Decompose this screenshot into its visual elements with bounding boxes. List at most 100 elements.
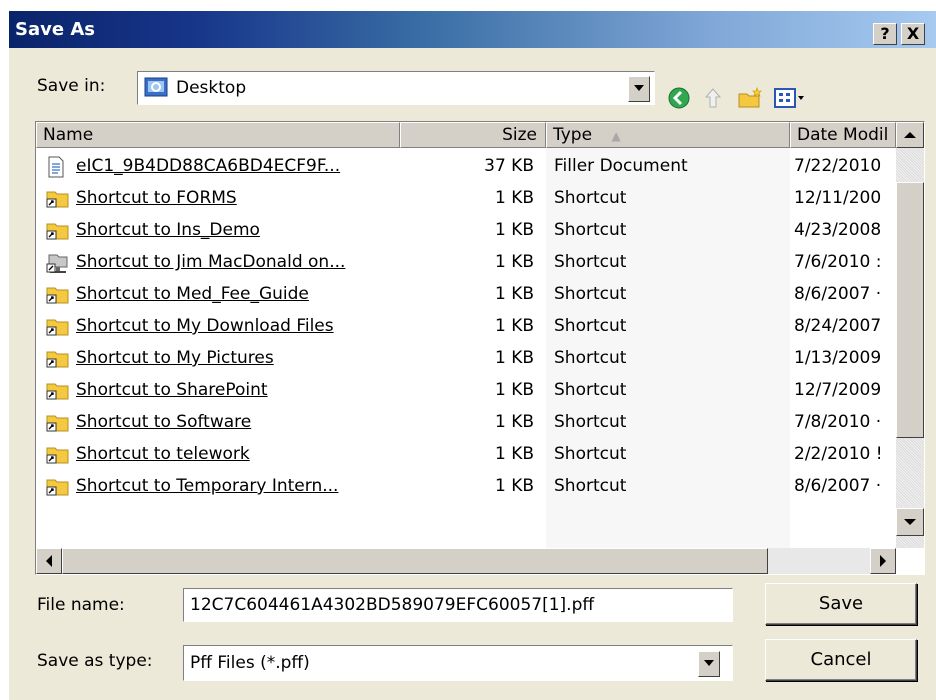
help-button[interactable]: ? — [873, 23, 897, 45]
file-size: 1 KB — [494, 316, 534, 336]
folder-shortcut-icon — [46, 380, 69, 400]
document-icon — [46, 156, 68, 178]
file-date: 8/24/2007 — [794, 316, 882, 336]
file-size: 1 KB — [494, 188, 534, 208]
file-name[interactable]: Shortcut to SharePoint — [76, 380, 268, 400]
sort-ascending-icon: ▲ — [611, 129, 621, 143]
scroll-thumb[interactable] — [896, 182, 924, 438]
back-icon[interactable] — [667, 86, 691, 114]
folder-shortcut-icon — [46, 284, 69, 304]
save-as-type-label: Save as type: — [37, 651, 153, 671]
file-type: Filler Document — [554, 156, 688, 176]
file-row[interactable]: Shortcut to telework 1 KB Shortcut 2/2/2010… — [36, 438, 890, 470]
title-bar[interactable]: Save As ? X — [9, 11, 936, 48]
scroll-right-button[interactable] — [870, 548, 896, 574]
window-title: Save As — [15, 19, 95, 40]
file-row[interactable]: Shortcut to My Pictures 1 KB Shortcut 1/13/… — [36, 342, 890, 374]
file-name[interactable]: Shortcut to FORMS — [76, 188, 237, 208]
folder-shortcut-icon — [46, 348, 69, 368]
file-name[interactable]: Shortcut to Temporary Intern... — [76, 476, 338, 496]
folder-shortcut-icon — [46, 220, 69, 240]
folder-shortcut-icon — [46, 444, 69, 464]
file-date: 7/22/2010 — [794, 156, 882, 176]
up-folder-icon[interactable] — [701, 86, 725, 114]
file-name-value: 12C7C604461A4302BD589079EFC60057[1].pff — [190, 595, 595, 615]
cancel-button[interactable]: Cancel — [765, 639, 917, 681]
file-row[interactable]: Shortcut to Med_Fee_Guide 1 KB Shortcut 8/6… — [36, 278, 890, 310]
file-size: 1 KB — [494, 444, 534, 464]
save-as-type-dropdown-button[interactable] — [698, 651, 720, 677]
file-row[interactable]: Shortcut to My Download Files 1 KB Shortcu… — [36, 310, 890, 342]
save-as-type-dropdown[interactable]: Pff Files (*.pff) — [183, 645, 733, 681]
column-header-name[interactable]: Name — [36, 122, 400, 148]
file-type: Shortcut — [554, 380, 627, 400]
file-row[interactable]: Shortcut to Software 1 KB Shortcut 7/8/2010… — [36, 406, 890, 438]
save-button-label: Save — [818, 593, 864, 614]
arrow-up-icon — [904, 132, 916, 138]
file-size: 37 KB — [484, 156, 534, 176]
file-date: 7/6/2010 : — [794, 252, 882, 272]
file-row[interactable]: Shortcut to Temporary Intern... 1 KB Short… — [36, 470, 890, 502]
file-date: 12/7/2009 — [794, 380, 882, 400]
file-size: 1 KB — [494, 284, 534, 304]
arrow-right-icon — [880, 555, 886, 567]
file-row[interactable]: Shortcut to SharePoint 1 KB Shortcut 12/7/2… — [36, 374, 890, 406]
file-name[interactable]: Shortcut to My Pictures — [76, 348, 274, 368]
file-name[interactable]: eIC1_9B4DD88CA6BD4ECF9F... — [76, 156, 340, 176]
views-menu-icon[interactable] — [773, 86, 807, 114]
save-in-label: Save in: — [37, 76, 106, 96]
file-row[interactable]: Shortcut to FORMS 1 KB Shortcut 12/11/200 — [36, 182, 890, 214]
folder-shortcut-icon — [46, 476, 69, 496]
column-header-date[interactable]: Date Modil — [790, 122, 896, 148]
file-name[interactable]: Shortcut to Software — [76, 412, 251, 432]
file-date: 4/23/2008 — [794, 220, 882, 240]
file-type: Shortcut — [554, 188, 627, 208]
save-as-type-value: Pff Files (*.pff) — [190, 653, 310, 673]
horizontal-scroll-thumb[interactable] — [62, 548, 768, 574]
file-list[interactable]: Name Size Type ▲ Date Modil eIC1_9B4DD88… — [35, 121, 925, 575]
file-size: 1 KB — [494, 476, 534, 496]
file-name[interactable]: Shortcut to Jim MacDonald on... — [76, 252, 345, 272]
arrow-down-icon — [904, 519, 916, 525]
file-type: Shortcut — [554, 252, 627, 272]
file-name[interactable]: Shortcut to telework — [76, 444, 250, 464]
file-type: Shortcut — [554, 444, 627, 464]
file-name[interactable]: Shortcut to Ins_Demo — [76, 220, 260, 240]
save-in-dropdown[interactable]: Desktop — [137, 71, 655, 105]
network-share-icon — [46, 252, 68, 273]
chevron-down-icon — [634, 85, 644, 91]
save-in-dropdown-button[interactable] — [628, 76, 650, 102]
file-size: 1 KB — [494, 220, 534, 240]
file-name[interactable]: Shortcut to My Download Files — [76, 316, 334, 336]
file-date: 1/13/2009 — [794, 348, 882, 368]
file-size: 1 KB — [494, 412, 534, 432]
scroll-down-button[interactable] — [896, 508, 924, 536]
cancel-button-label: Cancel — [810, 649, 872, 670]
file-name[interactable]: Shortcut to Med_Fee_Guide — [76, 284, 309, 304]
new-folder-icon[interactable] — [737, 86, 763, 114]
horizontal-scrollbar[interactable] — [36, 548, 896, 574]
file-type: Shortcut — [554, 476, 627, 496]
file-type: Shortcut — [554, 220, 627, 240]
save-button[interactable]: Save — [765, 583, 917, 625]
file-size: 1 KB — [494, 252, 534, 272]
file-row[interactable]: Shortcut to Ins_Demo 1 KB Shortcut 4/23/200… — [36, 214, 890, 246]
file-size: 1 KB — [494, 348, 534, 368]
file-type: Shortcut — [554, 316, 627, 336]
column-type-label: Type — [553, 125, 593, 145]
file-type: Shortcut — [554, 284, 627, 304]
column-header-type[interactable]: Type ▲ — [546, 122, 790, 148]
file-row[interactable]: eIC1_9B4DD88CA6BD4ECF9F... 37 KB Filler Do… — [36, 150, 890, 182]
close-button[interactable]: X — [901, 23, 925, 45]
folder-shortcut-icon — [46, 188, 69, 208]
file-row[interactable]: Shortcut to Jim MacDonald on... 1 KB Short… — [36, 246, 890, 278]
column-header-size[interactable]: Size — [400, 122, 546, 148]
file-name-input[interactable]: 12C7C604461A4302BD589079EFC60057[1].pff — [183, 588, 733, 622]
vertical-scrollbar[interactable] — [896, 122, 924, 548]
file-date: 12/11/200 — [794, 188, 882, 208]
file-date: 2/2/2010 ! — [794, 444, 883, 464]
file-size: 1 KB — [494, 380, 534, 400]
scroll-left-button[interactable] — [36, 548, 62, 574]
scroll-up-button[interactable] — [896, 122, 924, 148]
arrow-left-icon — [46, 555, 52, 567]
